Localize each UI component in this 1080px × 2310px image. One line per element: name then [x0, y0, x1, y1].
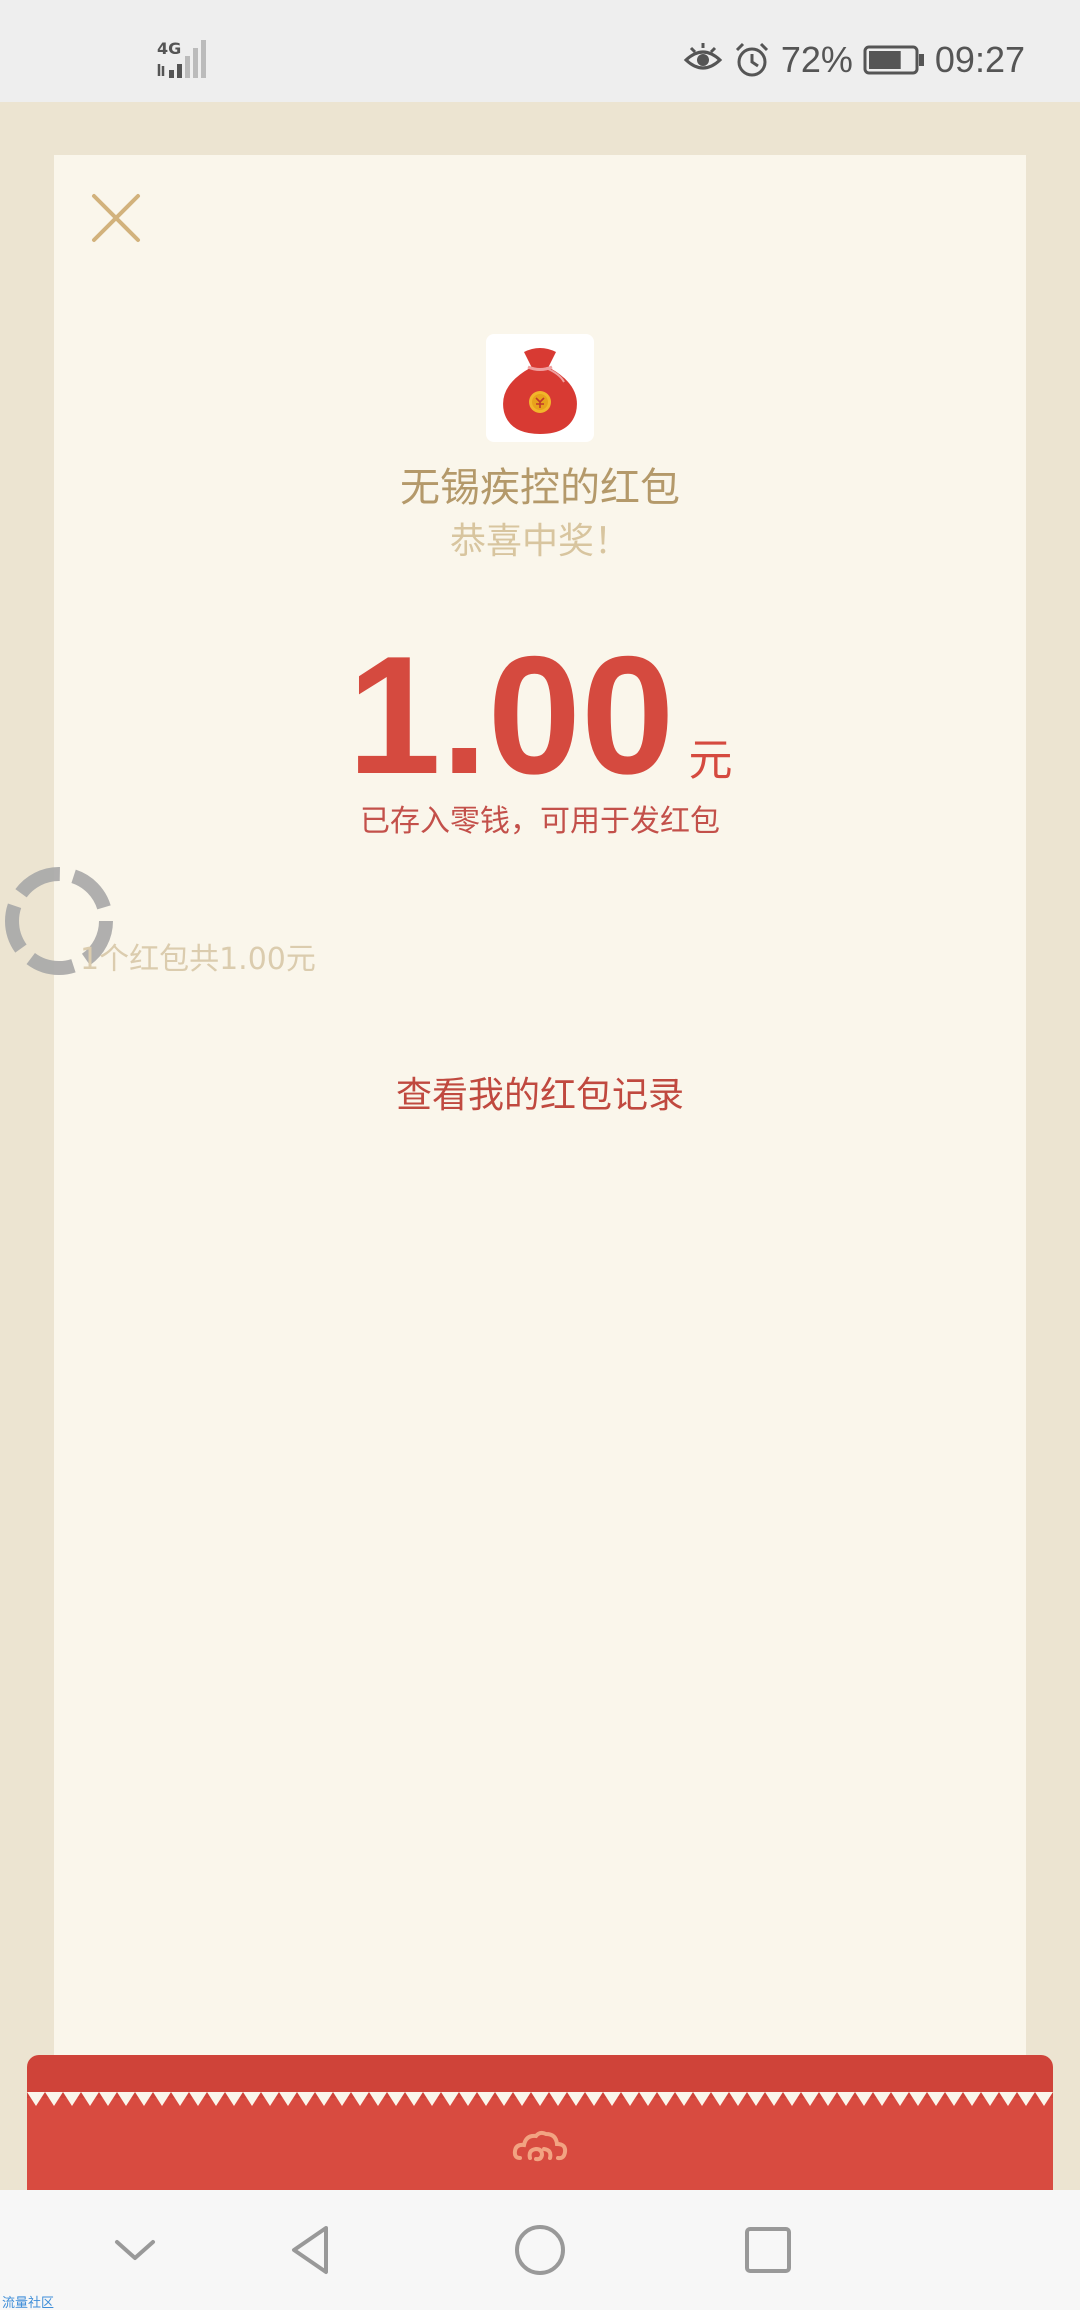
close-button[interactable]: [86, 188, 146, 248]
nav-recents-button[interactable]: [738, 2220, 798, 2280]
chevron-down-icon: [115, 2240, 155, 2260]
nav-back-button[interactable]: [280, 2220, 340, 2280]
congrats-text: 恭喜中奖！: [449, 521, 630, 562]
cloud-logo: [512, 2128, 568, 2168]
nav-hide-button[interactable]: [105, 2220, 165, 2280]
eye-icon: [683, 43, 723, 70]
packet-summary: 1个红包共1.00元: [80, 942, 316, 977]
money-bag-icon: [503, 348, 577, 434]
sender-avatar: [486, 334, 594, 442]
cloud-icon: [512, 2130, 568, 2162]
amount-display: 1.00 元: [0, 620, 1080, 809]
home-circle-icon: [515, 2225, 565, 2275]
amount-unit: 元: [688, 735, 733, 786]
status-bar: 4G 72% 09:27: [0, 0, 1080, 102]
view-records-link[interactable]: 查看我的红包记录: [0, 1066, 1080, 1118]
signal-icon: 4G: [157, 39, 206, 78]
battery-percent: 72%: [780, 39, 853, 80]
red-packet-card: [54, 155, 1026, 2100]
battery-icon: [863, 45, 924, 75]
clock: 09:27: [934, 39, 1025, 80]
recents-square-icon: [745, 2227, 791, 2273]
back-triangle-icon: [292, 2226, 328, 2274]
signal-indicator: 4G: [157, 36, 217, 82]
system-nav-bar: [0, 2190, 1080, 2310]
sender-title: 无锡疾控的红包: [400, 465, 680, 511]
amount-value: 1.00: [347, 621, 675, 809]
zigzag-edge: [27, 2092, 1053, 2106]
network-type: 4G: [157, 39, 181, 58]
saved-to-wallet-note: 已存入零钱，可用于发红包: [360, 804, 720, 839]
nav-home-button[interactable]: [510, 2220, 570, 2280]
alarm-icon: [735, 42, 768, 77]
close-icon: [92, 194, 140, 242]
watermark: 流量社区: [2, 2296, 55, 2310]
